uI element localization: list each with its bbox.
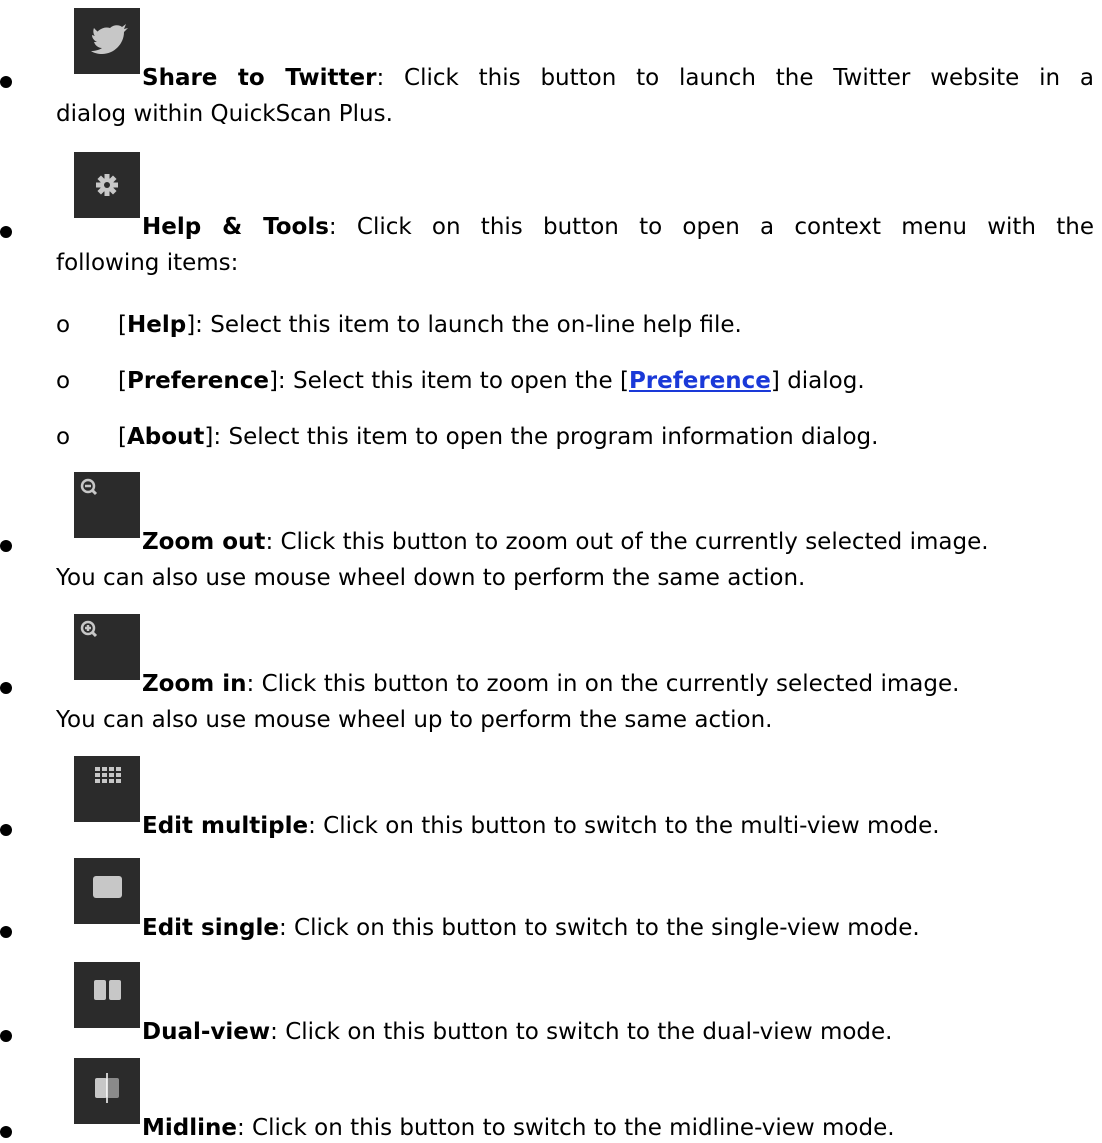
item-first-line: Edit single: Click on this button to swi… — [142, 913, 1094, 943]
item-description: : Click this button to zoom in on the cu… — [246, 671, 960, 697]
item-name: Edit multiple — [142, 813, 309, 839]
twitter-bird-icon[interactable] — [74, 8, 140, 74]
item-name: Dual-view — [142, 1019, 271, 1045]
item-name: Zoom out — [142, 529, 266, 555]
preference-link[interactable]: Preference — [629, 368, 771, 394]
bullet — [0, 1030, 12, 1042]
sub-item-text: [About]: Select this item to open the pr… — [118, 424, 879, 450]
bullet — [0, 824, 12, 836]
single-view-icon[interactable] — [74, 858, 140, 924]
item-name: Midline — [142, 1115, 237, 1141]
item-first-line: Help & Tools: Click on this button to op… — [142, 212, 1094, 242]
item-description: : Click on this button to switch to the … — [270, 1019, 893, 1045]
item-continuation: following items: — [56, 250, 239, 276]
item-name: Help & Tools — [142, 214, 329, 240]
bullet — [0, 682, 12, 694]
item-first-line: Zoom in: Click this button to zoom in on… — [142, 669, 1094, 699]
midline-view-icon[interactable] — [74, 1058, 140, 1124]
sub-bullet: o — [56, 424, 71, 450]
sub-item-name: Preference — [126, 368, 269, 394]
item-description: : Click on this button to switch to the … — [236, 1115, 895, 1141]
item-name: Edit single — [142, 915, 279, 941]
bullet — [0, 926, 12, 938]
sub-item-text: [Help]: Select this item to launch the o… — [118, 312, 742, 338]
sub-bullet: o — [56, 368, 71, 394]
dual-view-icon[interactable] — [74, 962, 140, 1028]
item-continuation: You can also use mouse wheel down to per… — [56, 565, 806, 591]
bullet — [0, 540, 12, 552]
sub-bullet: o — [56, 312, 71, 338]
bullet — [0, 76, 12, 88]
item-description: : Click on this button to switch to the … — [308, 813, 940, 839]
item-continuation: You can also use mouse wheel up to perfo… — [56, 707, 773, 733]
sub-item-text: [Preference]: Select this item to open t… — [118, 368, 865, 394]
gear-icon[interactable] — [74, 152, 140, 218]
item-first-line: Share to Twitter: Click this button to l… — [142, 63, 1094, 93]
item-description: : Click on this button to open a context… — [328, 214, 1094, 240]
multi-view-grid-icon[interactable] — [74, 756, 140, 822]
item-description: : Click this button to zoom out of the c… — [265, 529, 989, 555]
zoom-out-icon[interactable] — [74, 472, 140, 538]
item-continuation: dialog within QuickScan Plus. — [56, 101, 393, 127]
item-name: Zoom in — [142, 671, 247, 697]
item-description: : Click on this button to switch to the … — [278, 915, 920, 941]
bullet — [0, 226, 12, 238]
item-first-line: Edit multiple: Click on this button to s… — [142, 811, 1094, 841]
item-first-line: Zoom out: Click this button to zoom out … — [142, 527, 1094, 557]
item-first-line: Midline: Click on this button to switch … — [142, 1113, 1094, 1143]
item-first-line: Dual-view: Click on this button to switc… — [142, 1017, 1094, 1047]
item-description: : Click this button to launch the Twitte… — [376, 65, 1095, 91]
sub-item-name: About — [126, 424, 205, 450]
sub-item-name: Help — [126, 312, 187, 338]
item-name: Share to Twitter — [142, 65, 377, 91]
bullet — [0, 1126, 12, 1138]
zoom-in-icon[interactable] — [74, 614, 140, 680]
